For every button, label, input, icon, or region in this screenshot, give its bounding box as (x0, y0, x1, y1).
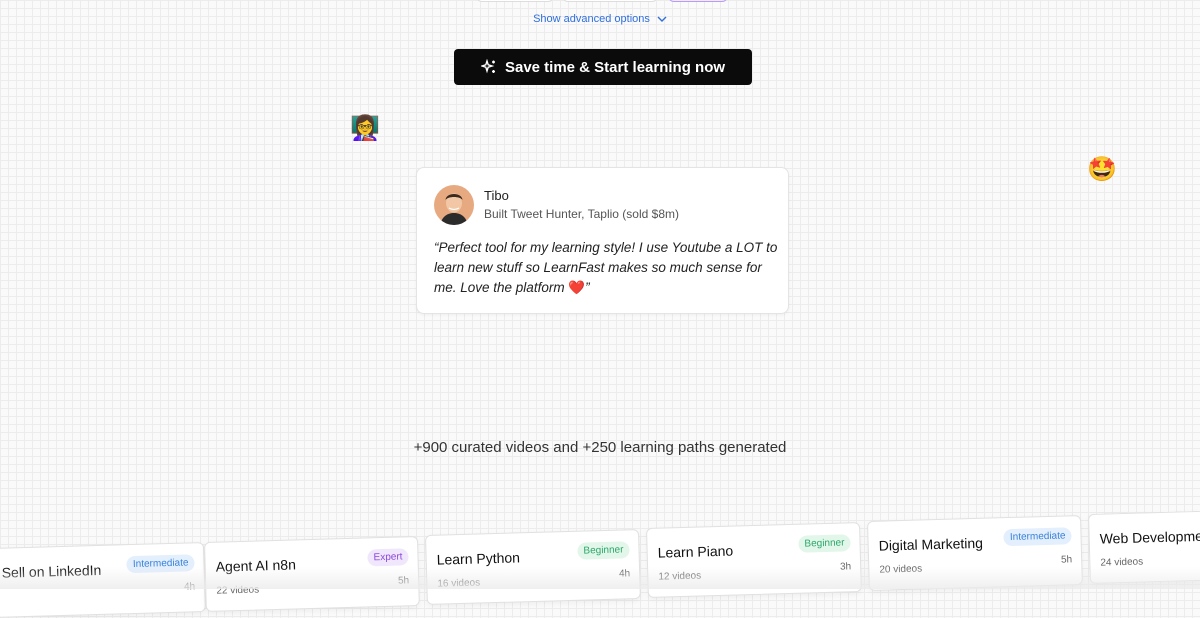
option-pill[interactable] (562, 0, 658, 2)
chevron-down-icon (657, 13, 667, 25)
avatar (434, 185, 474, 225)
course-card[interactable]: Digital Marketing Intermediate 20 videos… (867, 515, 1083, 591)
heart-emoji: ❤️ (568, 280, 586, 295)
teacher-emoji: 👩‍🏫 (350, 114, 380, 142)
course-title: Agent AI n8n (215, 556, 297, 575)
course-duration: 5h (397, 575, 410, 587)
level-badge: Beginner (798, 534, 851, 553)
video-count: 22 videos (216, 584, 260, 597)
quote-text: “Perfect tool for my learning style! I u… (434, 240, 778, 295)
course-card[interactable]: Agent AI n8n Expert 22 videos 5h (204, 536, 420, 612)
start-learning-button[interactable]: Save time & Start learning now (454, 49, 752, 85)
advanced-options-label: Show advanced options (533, 13, 650, 25)
course-duration: 4h (183, 581, 196, 593)
course-title: Sell on LinkedIn (1, 561, 102, 581)
video-count: 16 videos (437, 577, 481, 590)
level-badge: Intermediate (1003, 527, 1072, 547)
course-card[interactable]: Sell on LinkedIn Intermediate 4h (0, 542, 206, 618)
option-pill[interactable] (476, 0, 554, 2)
course-title: Web Development (1099, 527, 1200, 547)
testimonial-card: Tibo Built Tweet Hunter, Taplio (sold $8… (416, 167, 789, 314)
cta-label: Save time & Start learning now (504, 58, 726, 76)
course-card[interactable]: Learn Python Beginner 16 videos 4h (425, 529, 641, 605)
level-badge: Expert (367, 548, 409, 567)
course-card[interactable]: Learn Piano Beginner 12 videos 3h (646, 522, 862, 598)
video-count: 24 videos (1100, 556, 1144, 569)
stats-text: +900 curated videos and +250 learning pa… (413, 439, 787, 456)
course-duration: 3h (839, 561, 852, 573)
author-name: Tibo (484, 188, 509, 203)
option-pills-row (0, 0, 1200, 2)
level-badge: Beginner (577, 541, 630, 560)
course-card[interactable]: Web Development 24 videos (1088, 510, 1200, 584)
sparkles-icon (480, 59, 497, 75)
testimonial-quote: “Perfect tool for my learning style! I u… (434, 238, 779, 298)
level-badge: Intermediate (126, 554, 195, 574)
course-duration: 5h (1060, 554, 1073, 566)
course-title: Digital Marketing (878, 534, 984, 554)
star-struck-emoji: 🤩 (1087, 155, 1117, 183)
course-duration: 4h (618, 568, 631, 580)
course-title: Learn Piano (657, 542, 734, 561)
option-pill-selected[interactable] (668, 0, 728, 2)
video-count: 12 videos (658, 570, 702, 583)
author-role: Built Tweet Hunter, Taplio (sold $8m) (484, 207, 679, 221)
show-advanced-options-link[interactable]: Show advanced options (0, 13, 1200, 25)
course-title: Learn Python (436, 549, 521, 568)
quote-close: ” (585, 280, 590, 295)
video-count: 20 videos (879, 563, 923, 576)
